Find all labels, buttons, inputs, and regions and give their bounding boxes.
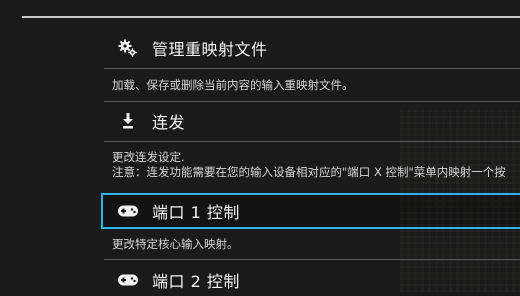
menu-item-label: 端口 1 控制	[152, 203, 240, 222]
menu-item-port-1-controls[interactable]: 端口 1 控制	[104, 195, 520, 227]
divider	[104, 259, 520, 260]
menu-item-description: 加载、保存或删除当前内容的输入重映射文件。	[112, 78, 354, 92]
download-arrow-icon	[104, 112, 152, 130]
divider	[104, 141, 520, 142]
gamepad-icon	[104, 273, 152, 287]
menu-item-manage-remap-files[interactable]: 管理重映射文件	[104, 32, 520, 64]
menu-item-description: 注意：连发功能需要在您的输入设备相对应的"端口 X 控制"菜单内映射一个按	[112, 165, 506, 179]
menu-item-label: 连发	[152, 113, 186, 132]
menu-item-description: 更改连发设定.	[112, 150, 185, 164]
menu-item-description: 更改特定核心输入映射。	[112, 237, 239, 251]
gears-icon	[104, 38, 152, 58]
menu-item-port-2-controls[interactable]: 端口 2 控制	[104, 264, 520, 296]
menu-item-label: 端口 2 控制	[152, 272, 240, 291]
divider	[104, 101, 520, 102]
header-rule	[22, 16, 520, 18]
menu-item-turbo[interactable]: 连发	[104, 105, 520, 137]
divider	[104, 68, 520, 69]
menu-item-label: 管理重映射文件	[152, 40, 268, 59]
gamepad-icon	[104, 204, 152, 218]
